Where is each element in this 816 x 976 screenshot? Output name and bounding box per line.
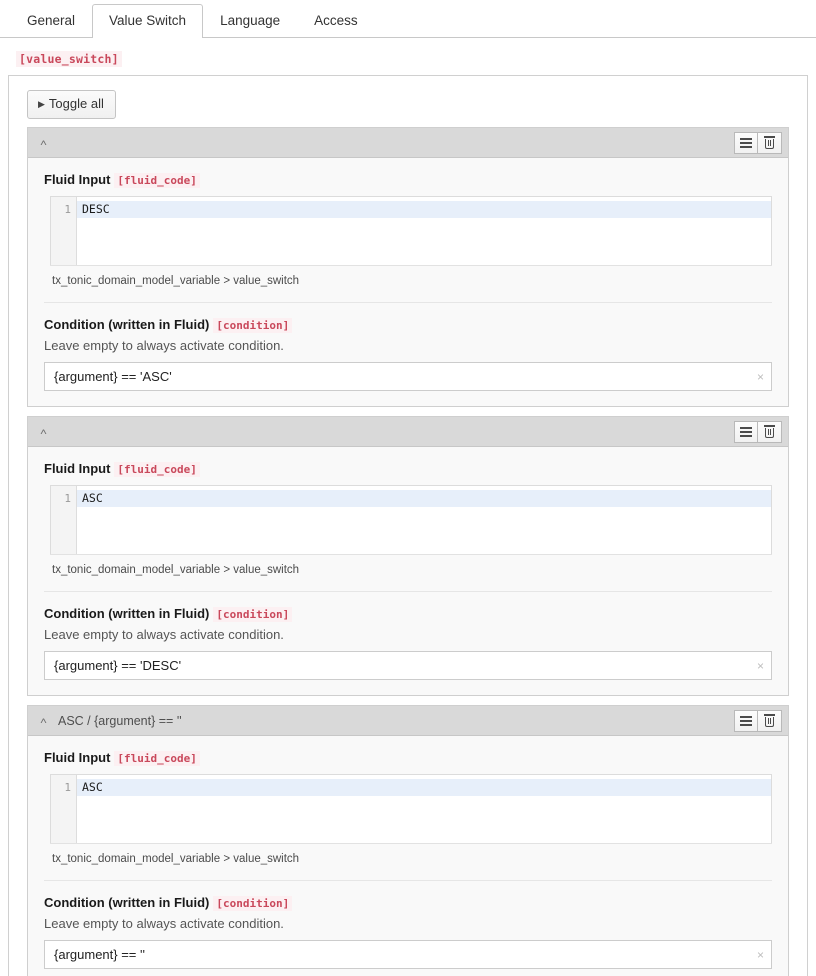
fluid-code-editor-wrap: 1 ASC tx_tonic_domain_model_variable > v…	[50, 774, 772, 865]
editor-code-line[interactable]: ASC	[77, 779, 771, 796]
editor-path-footer: tx_tonic_domain_model_variable > value_s…	[50, 554, 772, 576]
toggle-all-label: Toggle all	[48, 96, 104, 111]
panel-body: Fluid Input [fluid_code] 1 DESC tx_tonic_…	[28, 158, 788, 406]
delete-button[interactable]	[758, 420, 782, 443]
panel-body: Fluid Input [fluid_code] 1 ASC tx_tonic_d…	[28, 736, 788, 976]
field-divider	[44, 302, 772, 303]
condition-label: Condition (written in Fluid) [condition]	[44, 895, 772, 911]
drag-handle-button[interactable]	[734, 709, 758, 732]
drag-handle-button[interactable]	[734, 131, 758, 154]
chevron-up-icon: ˄	[40, 426, 48, 437]
clear-icon[interactable]: ×	[757, 660, 764, 672]
fluid-input-label-text: Fluid Input	[44, 172, 111, 187]
editor-path-text: tx_tonic_domain_model_variable > value_s…	[52, 564, 300, 576]
panel-header[interactable]: ˄ ASC / {argument} == ''	[28, 706, 788, 736]
fluid-input-label-text: Fluid Input	[44, 750, 111, 765]
fluid-code-editor[interactable]: 1 ASC	[50, 485, 772, 555]
fluid-input-label: Fluid Input [fluid_code]	[44, 172, 772, 188]
condition-input[interactable]	[44, 651, 772, 680]
condition-label: Condition (written in Fluid) [condition]	[44, 317, 772, 333]
editor-gutter: 1	[51, 486, 77, 554]
fluid-input-code: [fluid_code]	[114, 462, 200, 477]
condition-label-text: Condition (written in Fluid)	[44, 895, 210, 910]
fluid-input-label: Fluid Input [fluid_code]	[44, 750, 772, 766]
tab-access[interactable]: Access	[297, 4, 375, 38]
section-code-label: [value_switch]	[16, 51, 122, 67]
panel-title: ASC / {argument} == ''	[58, 713, 182, 728]
switch-item-list: ˄ Fluid Input [fluid_code] 1 DESC tx_ton…	[9, 119, 807, 976]
chevron-up-icon: ˄	[40, 715, 48, 726]
panel-header[interactable]: ˄	[28, 128, 788, 158]
drag-handle-button[interactable]	[734, 420, 758, 443]
editor-code-area[interactable]: ASC	[77, 775, 771, 843]
drag-handle-icon	[740, 714, 752, 728]
delete-button[interactable]	[758, 131, 782, 154]
editor-gutter: 1	[51, 775, 77, 843]
condition-input-row: ×	[44, 940, 772, 969]
clear-icon[interactable]: ×	[757, 371, 764, 383]
condition-code: [condition]	[213, 607, 293, 622]
fluid-input-code: [fluid_code]	[114, 751, 200, 766]
tab-bar: General Value Switch Language Access	[0, 0, 816, 39]
editor-path-footer: tx_tonic_domain_model_variable > value_s…	[50, 843, 772, 865]
editor-path-text: tx_tonic_domain_model_variable > value_s…	[52, 275, 300, 287]
trash-icon	[764, 714, 775, 727]
condition-input-row: ×	[44, 362, 772, 391]
trash-icon	[764, 425, 775, 438]
condition-code: [condition]	[213, 318, 293, 333]
field-divider	[44, 591, 772, 592]
condition-help-text: Leave empty to always activate condition…	[44, 916, 284, 931]
fluid-code-editor[interactable]: 1 ASC	[50, 774, 772, 844]
tab-language[interactable]: Language	[203, 4, 297, 38]
condition-label-text: Condition (written in Fluid)	[44, 317, 210, 332]
triangle-right-icon: ▶	[38, 99, 45, 109]
switch-item-panel: ˄ Fluid Input [fluid_code] 1	[27, 416, 789, 696]
value-switch-container: ▶ Toggle all ˄ Fluid Input [fluid_code] …	[8, 75, 808, 976]
panel-body: Fluid Input [fluid_code] 1 ASC tx_tonic_d…	[28, 447, 788, 695]
fluid-input-label: Fluid Input [fluid_code]	[44, 461, 772, 477]
editor-code-line[interactable]: DESC	[77, 201, 771, 218]
fluid-input-label-text: Fluid Input	[44, 461, 111, 476]
editor-path-text: tx_tonic_domain_model_variable > value_s…	[52, 853, 300, 865]
condition-input[interactable]	[44, 362, 772, 391]
delete-button[interactable]	[758, 709, 782, 732]
editor-code-area[interactable]: ASC	[77, 486, 771, 554]
section-code-label-wrap: [value_switch]	[0, 38, 816, 67]
editor-path-footer: tx_tonic_domain_model_variable > value_s…	[50, 265, 772, 287]
condition-label-text: Condition (written in Fluid)	[44, 606, 210, 621]
drag-handle-icon	[740, 136, 752, 150]
condition-input[interactable]	[44, 940, 772, 969]
editor-code-area[interactable]: DESC	[77, 197, 771, 265]
condition-label: Condition (written in Fluid) [condition]	[44, 606, 772, 622]
switch-item-panel: ˄ ASC / {argument} == '' Fluid Input [flu…	[27, 705, 789, 976]
panel-actions	[734, 131, 788, 154]
condition-code: [condition]	[213, 896, 293, 911]
condition-help-text: Leave empty to always activate condition…	[44, 338, 284, 353]
condition-input-row: ×	[44, 651, 772, 680]
field-divider	[44, 880, 772, 881]
drag-handle-icon	[740, 425, 752, 439]
panel-actions	[734, 709, 788, 732]
editor-code-line[interactable]: ASC	[77, 490, 771, 507]
panel-actions	[734, 420, 788, 443]
tab-general[interactable]: General	[10, 4, 92, 38]
toggle-row: ▶ Toggle all	[9, 76, 807, 119]
condition-help-text: Leave empty to always activate condition…	[44, 627, 284, 642]
chevron-up-icon: ˄	[40, 137, 48, 148]
fluid-code-editor-wrap: 1 ASC tx_tonic_domain_model_variable > v…	[50, 485, 772, 576]
trash-icon	[764, 136, 775, 149]
fluid-input-code: [fluid_code]	[114, 173, 200, 188]
toggle-all-button[interactable]: ▶ Toggle all	[27, 90, 116, 119]
editor-gutter: 1	[51, 197, 77, 265]
fluid-code-editor[interactable]: 1 DESC	[50, 196, 772, 266]
switch-item-panel: ˄ Fluid Input [fluid_code] 1	[27, 127, 789, 407]
clear-icon[interactable]: ×	[757, 949, 764, 961]
tab-value-switch[interactable]: Value Switch	[92, 4, 204, 39]
panel-header[interactable]: ˄	[28, 417, 788, 447]
fluid-code-editor-wrap: 1 DESC tx_tonic_domain_model_variable > …	[50, 196, 772, 287]
